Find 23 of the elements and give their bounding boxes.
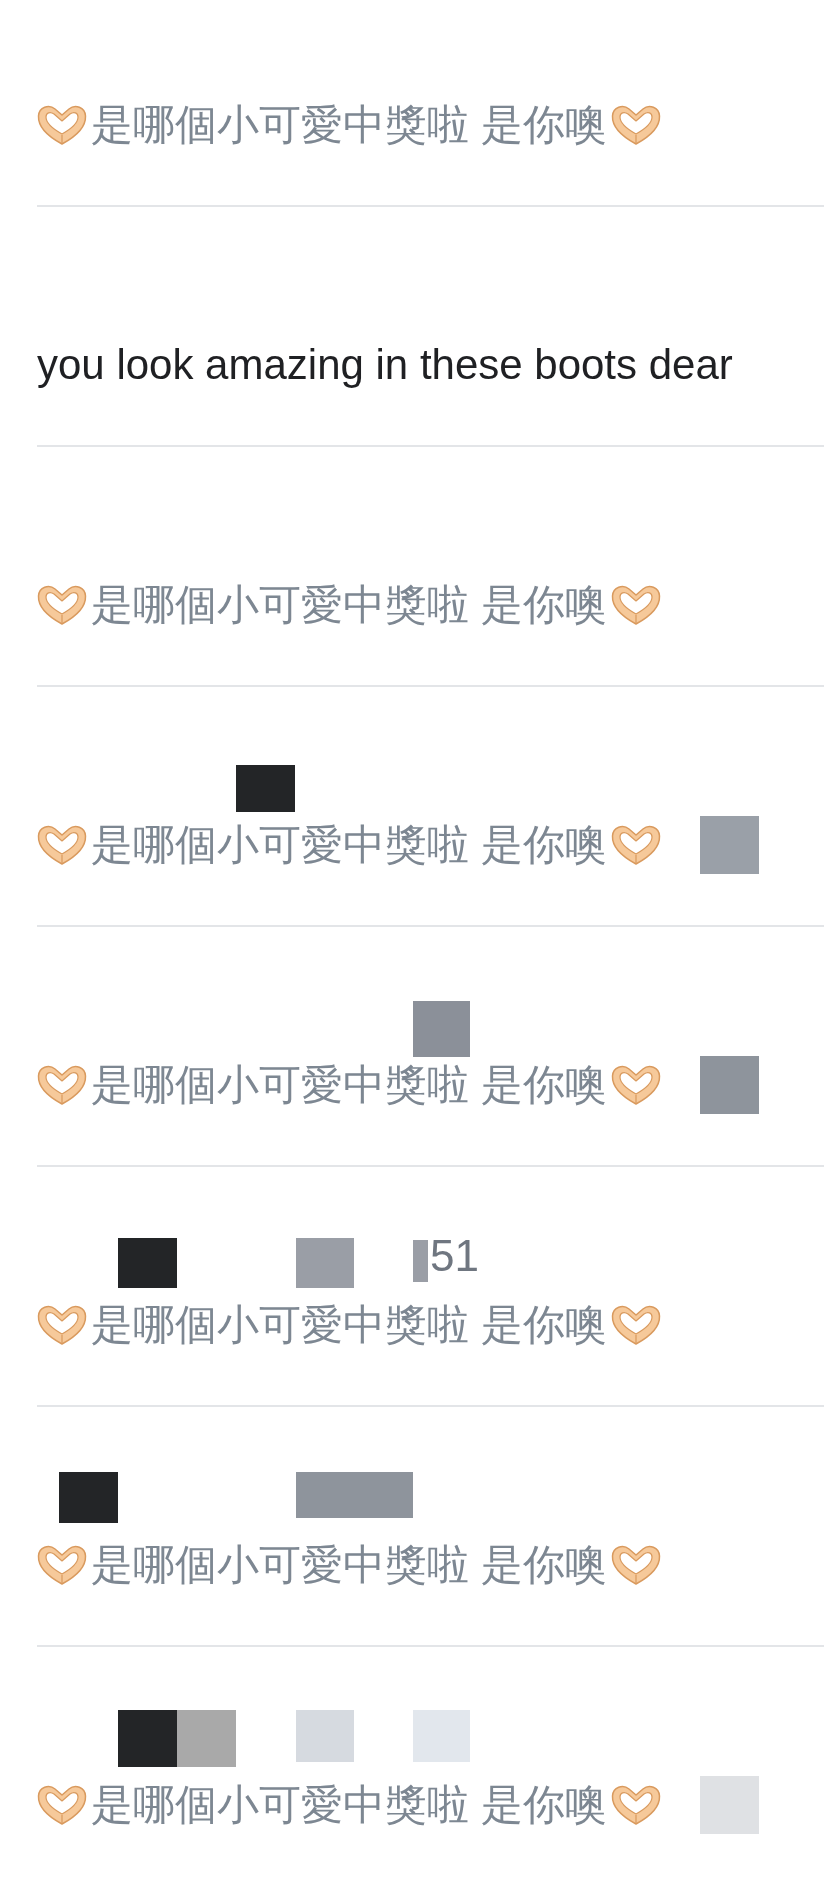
message-text: 是哪個小可愛中獎啦 是你噢 [90, 1540, 608, 1590]
message-text: 是哪個小可愛中獎啦 是你噢 [90, 1300, 608, 1350]
message-text: 是哪個小可愛中獎啦 是你噢 [90, 820, 608, 870]
heart-icon [610, 1784, 661, 1826]
heart-icon [37, 104, 87, 146]
heart-icon [610, 1064, 661, 1106]
heart-icon [37, 824, 87, 866]
heart-icon [37, 1064, 87, 1106]
heart-icon [610, 584, 661, 626]
message-text: 是哪個小可愛中獎啦 是你噢 [90, 1060, 608, 1110]
heart-icon [37, 1544, 87, 1586]
message-text: 是哪個小可愛中獎啦 是你噢 [90, 1780, 608, 1830]
header-text: 51 [430, 1232, 479, 1280]
heart-icon [610, 104, 661, 146]
heart-icon [610, 824, 661, 866]
heart-icon [610, 1544, 661, 1586]
message-text: 是哪個小可愛中獎啦 是你噢 [90, 580, 608, 630]
heart-icon [610, 1304, 661, 1346]
heart-icon [37, 584, 87, 626]
heart-icon [37, 1784, 87, 1826]
heart-icon [37, 1304, 87, 1346]
message-text: you look amazing in these boots dear [36, 340, 734, 390]
message-text: 是哪個小可愛中獎啦 是你噢 [90, 100, 608, 150]
